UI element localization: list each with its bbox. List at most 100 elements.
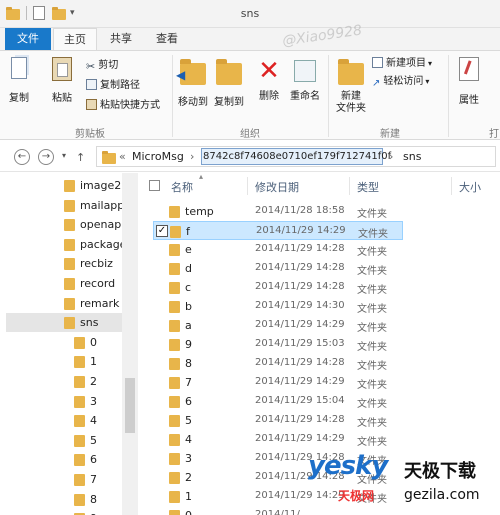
nav-item-label: 8 bbox=[90, 492, 97, 506]
nav-item-sns[interactable]: sns bbox=[6, 313, 122, 333]
file-row[interactable]: a 2014/11/29 14:29 文件夹 bbox=[153, 316, 403, 335]
file-row[interactable]: d 2014/11/29 14:28 文件夹 bbox=[153, 259, 403, 278]
file-row[interactable]: 9 2014/11/29 15:03 文件夹 bbox=[153, 335, 403, 354]
easy-access-button[interactable]: ↗ 轻松访问 ▾ bbox=[372, 75, 429, 89]
file-row[interactable]: b 2014/11/29 14:30 文件夹 bbox=[153, 297, 403, 316]
move-to-button[interactable]: ◀ 移动到 bbox=[176, 59, 210, 108]
nav-item-9[interactable]: 9 bbox=[74, 509, 126, 515]
file-row[interactable]: 4 2014/11/29 14:29 文件夹 bbox=[153, 430, 403, 449]
nav-item-recbiz[interactable]: recbiz bbox=[64, 254, 116, 273]
file-name: 6 bbox=[185, 395, 192, 408]
properties-button[interactable]: 属性 bbox=[452, 57, 486, 106]
file-name: 8 bbox=[185, 357, 192, 370]
select-all-checkbox[interactable] bbox=[149, 180, 160, 191]
column-header-date[interactable]: 修改日期 bbox=[255, 179, 299, 195]
divider bbox=[349, 177, 350, 195]
file-modified-date: 2014/11/29 14:29 bbox=[255, 319, 345, 330]
tab-home[interactable]: 主页 bbox=[53, 28, 97, 51]
nav-item-4[interactable]: 4 bbox=[74, 411, 126, 430]
file-type: 文件夹 bbox=[357, 380, 387, 391]
column-header-type[interactable]: 类型 bbox=[357, 179, 379, 195]
nav-item-package[interactable]: package bbox=[64, 235, 126, 254]
back-button[interactable]: ← bbox=[14, 149, 30, 165]
file-modified-date: 2014/11/29 14:28 bbox=[255, 281, 345, 292]
nav-item-1[interactable]: 1 bbox=[74, 352, 126, 371]
crumb-account-folder[interactable]: 8742c8f74608e0710ef179f712741f0f bbox=[203, 151, 391, 162]
folder-icon bbox=[102, 151, 116, 164]
delete-button[interactable]: ✕ 删除 bbox=[256, 57, 282, 102]
copy-path-button[interactable]: 复制路径 bbox=[86, 79, 140, 93]
file-row[interactable]: 6 2014/11/29 15:04 文件夹 bbox=[153, 392, 403, 411]
nav-item-2[interactable]: 2 bbox=[74, 372, 126, 391]
tab-view[interactable]: 查看 bbox=[148, 28, 186, 50]
up-arrow-icon[interactable]: ↑ bbox=[76, 151, 85, 164]
new-item-button[interactable]: 新建项目 ▾ bbox=[372, 57, 432, 71]
nav-item-label: recbiz bbox=[80, 257, 113, 271]
copy-button[interactable]: 复制 bbox=[6, 57, 32, 104]
address-overflow[interactable]: « bbox=[119, 150, 126, 163]
watermark-brand-yesky: yesky bbox=[308, 451, 388, 481]
crumb-separator-icon[interactable]: › bbox=[190, 150, 194, 163]
nav-scrollbar[interactable] bbox=[122, 173, 138, 515]
file-name: temp bbox=[185, 205, 214, 218]
folder-icon bbox=[74, 395, 85, 408]
new-folder-button[interactable]: 新建 文件夹 bbox=[334, 59, 368, 115]
file-row[interactable]: 7 2014/11/29 14:29 文件夹 bbox=[153, 373, 403, 392]
nav-item-remark[interactable]: remark bbox=[64, 294, 119, 313]
folder-icon bbox=[169, 472, 180, 484]
file-name: 9 bbox=[185, 338, 192, 351]
sort-up-icon: ▴ bbox=[199, 172, 204, 181]
file-row[interactable]: temp 2014/11/28 18:58 文件夹 bbox=[153, 202, 403, 221]
folder-icon bbox=[74, 434, 85, 447]
address-box[interactable]: « MicroMsg › 8742c8f74608e0710ef179f7127… bbox=[96, 146, 496, 167]
file-row-selected[interactable]: ✓ f 2014/11/29 14:29 文件夹 bbox=[153, 221, 403, 240]
watermark-brand-tianjiwang: 天极网 bbox=[338, 489, 375, 503]
folder-icon bbox=[169, 358, 180, 370]
file-row[interactable]: 5 2014/11/29 14:28 文件夹 bbox=[153, 411, 403, 430]
nav-item-image2[interactable]: image2 bbox=[64, 176, 121, 195]
column-header-name[interactable]: 名称 bbox=[171, 179, 193, 195]
file-name: 7 bbox=[185, 376, 192, 389]
nav-item-label: 4 bbox=[90, 414, 97, 428]
folder-icon bbox=[169, 320, 180, 332]
crumb-separator-icon[interactable]: › bbox=[389, 150, 393, 163]
cut-button[interactable]: ✂ 剪切 bbox=[86, 59, 118, 73]
folder-icon bbox=[64, 278, 75, 290]
nav-item-mailapp[interactable]: mailapp bbox=[64, 196, 124, 215]
paste-button[interactable]: 粘贴 bbox=[48, 57, 76, 104]
nav-item-0[interactable]: 0 bbox=[74, 333, 126, 352]
watermark: yesky 天极下载 天极网 gezila.com bbox=[282, 451, 500, 515]
crumb-sns[interactable]: sns bbox=[403, 150, 421, 163]
folder-icon bbox=[169, 263, 180, 275]
recent-locations-chevron-icon[interactable]: ▾ bbox=[62, 151, 66, 160]
nav-scrollbar-thumb[interactable] bbox=[125, 378, 135, 433]
checkbox-icon[interactable]: ✓ bbox=[156, 225, 168, 237]
forward-button[interactable]: → bbox=[38, 149, 54, 165]
copy-to-button[interactable]: 复制到 bbox=[212, 59, 246, 108]
easy-access-icon: ↗ bbox=[372, 78, 381, 89]
divider bbox=[247, 177, 248, 195]
nav-item-3[interactable]: 3 bbox=[74, 392, 126, 411]
nav-item-6[interactable]: 6 bbox=[74, 450, 126, 469]
folder-icon bbox=[74, 376, 85, 388]
tab-file[interactable]: 文件 bbox=[5, 28, 51, 50]
file-row[interactable]: c 2014/11/29 14:28 文件夹 bbox=[153, 278, 403, 297]
tab-share[interactable]: 共享 bbox=[104, 28, 138, 50]
file-row[interactable]: 8 2014/11/29 14:28 文件夹 bbox=[153, 354, 403, 373]
crumb-micromsg[interactable]: MicroMsg bbox=[132, 150, 184, 163]
column-header-size[interactable]: 大小 bbox=[459, 179, 481, 195]
nav-item-record[interactable]: record bbox=[64, 274, 116, 293]
folder-icon bbox=[169, 491, 180, 503]
rename-button[interactable]: 重命名 bbox=[288, 57, 322, 102]
nav-item-7[interactable]: 7 bbox=[74, 470, 126, 489]
file-modified-date: 2014/11/29 14:28 bbox=[255, 414, 345, 425]
paste-shortcut-button[interactable]: 粘贴快捷方式 bbox=[86, 99, 160, 113]
new-folder-icon bbox=[338, 59, 364, 85]
nav-item-5[interactable]: 5 bbox=[74, 431, 126, 450]
folder-icon bbox=[74, 415, 85, 428]
nav-item-8[interactable]: 8 bbox=[74, 490, 126, 509]
nav-item-openapi[interactable]: openapi bbox=[64, 215, 124, 234]
file-name: 2 bbox=[185, 471, 192, 484]
folder-icon bbox=[64, 258, 75, 271]
file-row[interactable]: e 2014/11/29 14:28 文件夹 bbox=[153, 240, 403, 259]
